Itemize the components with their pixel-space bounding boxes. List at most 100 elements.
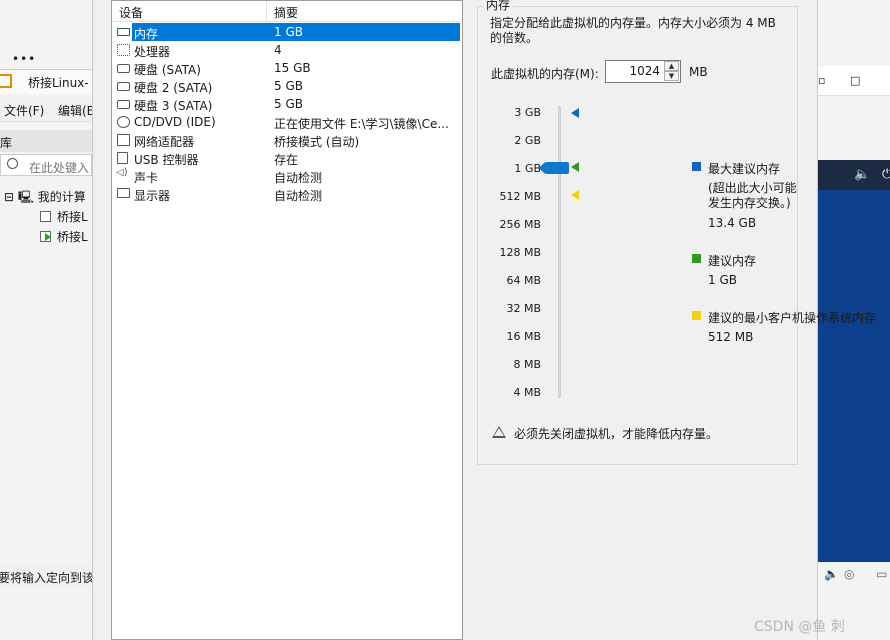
warning-text: 必须先关闭虚拟机，才能降低内存量。 — [514, 427, 719, 441]
device-summary: 15 GB — [274, 61, 311, 75]
memory-field-label: 此虚拟机的内存(M): — [491, 67, 599, 81]
tree-item-vm-1[interactable]: 桥接L — [40, 208, 88, 225]
spin-down-button[interactable]: ▼ — [664, 71, 679, 81]
memory-value[interactable]: 1024 — [629, 64, 660, 78]
scale-tick: 512 MB — [499, 190, 541, 203]
library-search-input[interactable]: 在此处键入 — [0, 154, 92, 176]
device-summary: 1 GB — [274, 25, 303, 39]
device-summary-cell: 存在 — [266, 149, 460, 167]
column-device[interactable]: 设备 — [119, 4, 143, 21]
spin-up-button[interactable]: ▲ — [664, 61, 679, 71]
status-bar: 要将输入定向到该 — [0, 566, 92, 586]
running-icon — [45, 233, 51, 241]
device-summary-cell: 正在使用文件 E:\学习\镜像\Ce... — [266, 113, 460, 131]
device-summary: 4 — [274, 43, 282, 57]
warning-icon — [492, 426, 506, 438]
memory-spinbox[interactable]: 1024 ▲ ▼ — [605, 60, 681, 83]
device-name: 显示器 — [134, 189, 171, 203]
recommended-legend-swatch — [692, 254, 701, 263]
hard-disk-icon — [117, 64, 130, 73]
device-list-header: 设备 摘要 — [112, 1, 462, 22]
network-adapter-icon — [117, 134, 130, 146]
device-name-cell: 硬盘 3 (SATA) — [132, 95, 266, 113]
device-name-cell: USB 控制器 — [132, 149, 266, 167]
menu-file[interactable]: 文件(F) — [4, 102, 44, 119]
device-list[interactable]: 设备 摘要 内存 1 GB 处理器 4 硬盘 (SATA) 15 GB 硬盘 2… — [111, 0, 463, 640]
device-name: 硬盘 (SATA) — [134, 63, 201, 77]
slider-track[interactable] — [558, 106, 561, 398]
memory-description: 指定分配给此虚拟机的内存量。内存大小必须为 4 MB 的倍数。 — [490, 16, 776, 45]
column-divider[interactable] — [266, 1, 267, 22]
recommended-legend-title: 建议内存 — [708, 254, 757, 268]
device-summary: 自动检测 — [274, 189, 323, 203]
tree-item-my-computer[interactable]: ⊟ 🖳 我的计算 — [4, 188, 86, 209]
library-header-label: 库 — [0, 136, 13, 150]
device-row-processor[interactable]: 处理器 4 — [112, 41, 462, 59]
device-name-cell: 处理器 — [132, 41, 266, 59]
device-summary: 桥接模式 (自动) — [274, 135, 360, 149]
slider-thumb[interactable] — [539, 162, 569, 174]
memory-slider[interactable]: 3 GB 2 GB 1 GB 512 MB 256 MB 128 MB 64 M… — [485, 100, 876, 410]
device-row-memory[interactable]: 内存 1 GB — [112, 23, 462, 41]
guest-screen[interactable] — [818, 160, 890, 562]
device-summary: 5 GB — [274, 97, 303, 111]
device-row-hard-disk-2[interactable]: 硬盘 2 (SATA) 5 GB — [112, 77, 462, 95]
min-legend-value: 512 MB — [708, 330, 754, 344]
device-summary-cell: 自动检测 — [266, 167, 460, 185]
vm-settings-dialog: 设备 摘要 内存 1 GB 处理器 4 硬盘 (SATA) 15 GB 硬盘 2… — [92, 0, 876, 640]
device-summary-cell: 桥接模式 (自动) — [266, 131, 460, 149]
more-icon[interactable]: ••• — [12, 52, 36, 66]
restore-icon[interactable]: ▫ — [818, 74, 825, 87]
sound-card-icon — [116, 167, 130, 182]
max-legend-title: 最大建议内存 — [708, 162, 781, 176]
hard-disk-icon — [117, 100, 130, 109]
device-name-cell: 硬盘 2 (SATA) — [132, 77, 266, 95]
device-row-usb-controller[interactable]: USB 控制器 存在 — [112, 149, 462, 167]
device-row-network-adapter[interactable]: 网络适配器 桥接模式 (自动) — [112, 131, 462, 149]
column-summary[interactable]: 摘要 — [274, 4, 298, 21]
vm-tab-title[interactable]: 桥接Linux- — [28, 74, 89, 91]
power-icon[interactable]: ⏻ — [882, 167, 890, 182]
cpu-icon — [117, 44, 130, 56]
tray-cd-icon[interactable]: ◎ — [844, 567, 854, 581]
tree-root-label: 我的计算 — [37, 190, 86, 204]
device-name-cell: 显示器 — [132, 185, 266, 203]
collapse-icon[interactable]: ⊟ — [4, 190, 14, 204]
device-name: 网络适配器 — [134, 135, 195, 149]
max-legend-swatch — [692, 162, 701, 171]
device-name: USB 控制器 — [134, 153, 199, 167]
menu-edit[interactable]: 编辑(E — [58, 102, 92, 119]
device-summary-cell: 15 GB — [266, 59, 460, 77]
device-row-cd-dvd[interactable]: CD/DVD (IDE) 正在使用文件 E:\学习\镜像\Ce... — [112, 113, 462, 131]
max-legend-note-line1: (超出此大小可能 — [708, 181, 797, 195]
device-tray: 🔈 ◎ ▭ — [818, 565, 890, 587]
tray-monitor-icon[interactable]: ▭ — [876, 567, 887, 581]
device-row-hard-disk-3[interactable]: 硬盘 3 (SATA) 5 GB — [112, 95, 462, 113]
background-titlebar — [0, 0, 92, 46]
vmware-logo-icon — [0, 74, 12, 88]
scale-tick: 128 MB — [499, 246, 541, 259]
tree-item-vm-2[interactable]: 桥接L — [40, 228, 88, 245]
tray-sound-icon[interactable]: 🔈 — [824, 567, 839, 581]
hard-disk-icon — [117, 82, 130, 91]
memory-group-title: 内存 — [483, 0, 514, 13]
scale-tick: 32 MB — [506, 302, 541, 315]
scale-tick: 1 GB — [514, 162, 541, 175]
maximize-icon[interactable]: □ — [850, 74, 860, 87]
max-recommended-marker-icon — [571, 108, 579, 118]
recommended-legend-value: 1 GB — [708, 273, 737, 287]
speaker-icon[interactable]: 🔈 — [854, 167, 870, 182]
scale-tick: 256 MB — [499, 218, 541, 231]
device-name-cell: 硬盘 (SATA) — [132, 59, 266, 77]
min-legend-swatch — [692, 311, 701, 320]
device-row-sound-card[interactable]: 声卡 自动检测 — [112, 167, 462, 185]
device-row-display[interactable]: 显示器 自动检测 — [112, 185, 462, 203]
device-name: 处理器 — [134, 45, 171, 59]
device-row-hard-disk[interactable]: 硬盘 (SATA) 15 GB — [112, 59, 462, 77]
watermark: CSDN @鱼 刺 — [754, 619, 845, 635]
cd-dvd-icon — [117, 116, 130, 128]
device-summary-cell: 5 GB — [266, 77, 460, 95]
device-name-cell: 声卡 — [132, 167, 266, 185]
library-header: 库 — [0, 130, 92, 152]
scale-tick: 64 MB — [506, 274, 541, 287]
